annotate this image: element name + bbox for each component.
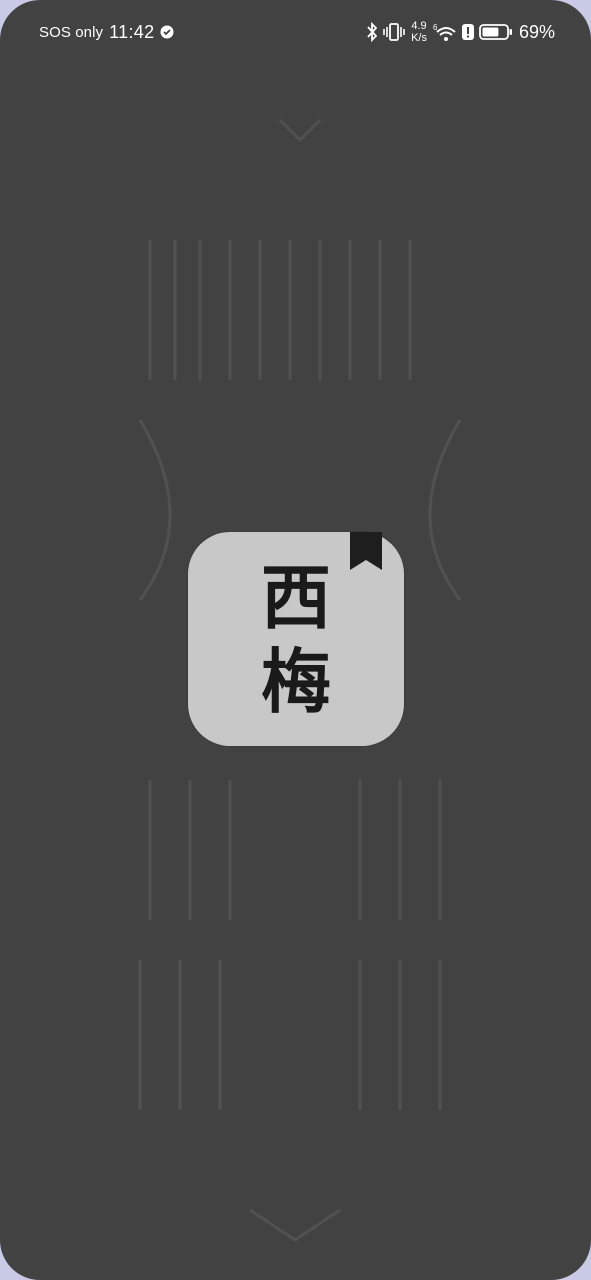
app-logo-char-2: 梅 <box>261 640 331 723</box>
status-bar: SOS only 11:42 4.9 K/s 6 69% <box>0 0 591 64</box>
clock-time: 11:42 <box>109 21 155 42</box>
bluetooth-icon <box>365 22 379 42</box>
network-speed: 4.9 K/s <box>411 20 427 44</box>
vibrate-icon <box>383 22 405 42</box>
battery-icon <box>479 23 513 41</box>
network-speed-value: 4.9 <box>411 20 427 32</box>
carrier-label: SOS only <box>39 23 104 41</box>
vpn-shield-icon <box>160 25 174 39</box>
battery-percentage: 69% <box>518 21 555 42</box>
app-logo-char-1: 西 <box>261 556 331 639</box>
network-speed-unit: K/s <box>411 32 427 44</box>
app-logo-text: 西 梅 <box>188 556 404 724</box>
splash-screen: SOS only 11:42 4.9 K/s 6 69% 西 梅 <box>0 0 591 1280</box>
app-logo-icon: 西 梅 <box>188 532 404 746</box>
wifi-6-icon: 6 <box>433 22 457 42</box>
alert-icon <box>461 23 475 41</box>
